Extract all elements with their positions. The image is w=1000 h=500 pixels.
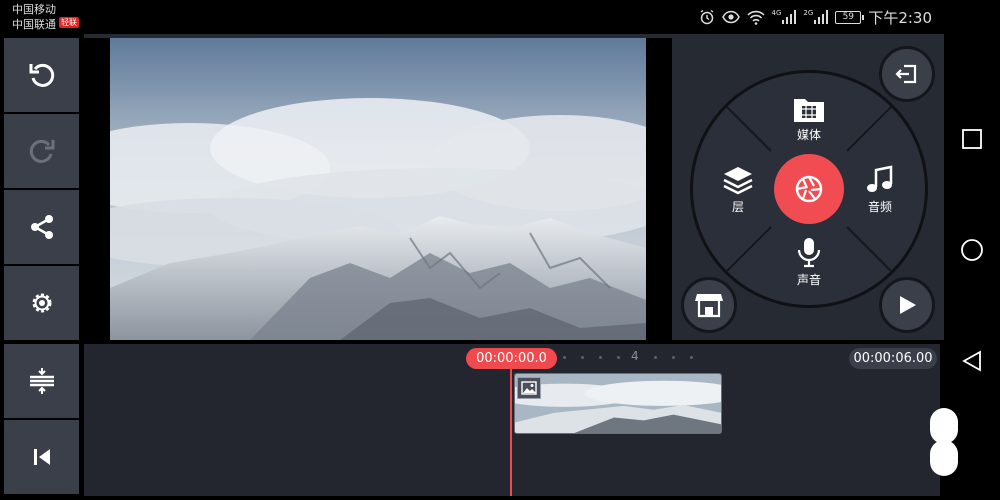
total-duration: 00:00:06.00 [849,348,937,369]
redo-icon [29,139,54,163]
play-button[interactable] [879,277,935,333]
alarm-icon [700,9,713,25]
play-icon [900,296,916,314]
square-icon [962,129,982,149]
share-icon [30,215,53,239]
left-toolbar [4,38,79,494]
battery-icon: 59 [835,10,865,24]
camera-shutter-icon [795,175,823,203]
gear-icon [32,293,51,313]
clock: 下午2:30 [868,8,932,27]
ruler-tick [654,356,657,359]
carrier-badge: 轻联 [59,17,79,28]
audio-label: 音频 [867,200,892,214]
status-icons: 4G 2G 59 下午2:30 [699,8,932,27]
video-clip[interactable] [514,373,722,434]
ruler-mark: 4 [631,349,639,363]
layer-label: 层 [731,200,744,214]
skip-to-start-icon [33,449,50,465]
undo-icon [29,63,54,87]
music-note-icon [867,165,893,192]
battery-level: 59 [842,11,855,22]
store-icon [695,294,723,318]
back-button[interactable] [958,347,986,375]
eye-icon [721,10,740,24]
carrier-2: 中国联通 [12,18,56,31]
preview-frame [110,38,646,340]
timeline-expand-button[interactable] [4,344,79,418]
video-preview[interactable] [84,38,672,340]
media-wheel: 媒体 层 音频 声音 [690,70,928,308]
share-button[interactable] [4,190,79,264]
circle-icon [961,239,983,261]
status-bar: 中国移动 中国联通 轻联 4G 2G 59 下午2:30 [0,0,944,34]
signal-1-icon: 4G [772,10,797,24]
wifi-icon [746,10,765,25]
ruler-tick [563,356,566,359]
ruler-tick [690,356,693,359]
network-type-1: 4G [771,9,782,17]
ruler-tick [672,356,675,359]
voice-label: 声音 [796,273,821,287]
ruler-tick [599,356,602,359]
ruler-tick [581,356,584,359]
ruler-tick [617,356,620,359]
skip-to-start-button[interactable] [4,420,79,494]
asset-store-button[interactable] [681,277,737,333]
layers-icon [723,167,753,195]
undo-button[interactable] [4,38,79,112]
signal-2-icon: 2G [803,9,829,24]
media-label: 媒体 [796,128,821,142]
expand-timeline-icon [29,368,54,394]
recent-apps-button[interactable] [958,125,986,153]
home-button[interactable] [958,236,986,264]
clip-thumbnail [515,374,721,433]
voice-record-button[interactable]: 声音 [779,236,839,288]
media-button[interactable]: 媒体 [779,95,839,143]
audio-button[interactable]: 音频 [850,165,910,215]
microphone-icon [797,238,821,268]
back-triangle-icon [962,350,981,372]
redo-button[interactable] [4,114,79,188]
media-folder-icon [794,99,824,122]
settings-button[interactable] [4,266,79,340]
image-clip-icon [517,377,541,399]
carrier-info: 中国移动 中国联通 轻联 [12,2,79,32]
floating-ball[interactable] [930,440,958,476]
floating-ball[interactable] [930,408,958,444]
network-type-2: 2G [803,9,814,17]
playhead[interactable] [510,366,512,496]
carrier-1: 中国移动 [12,3,56,16]
layer-button[interactable]: 层 [708,165,768,215]
capture-button[interactable] [774,154,844,224]
